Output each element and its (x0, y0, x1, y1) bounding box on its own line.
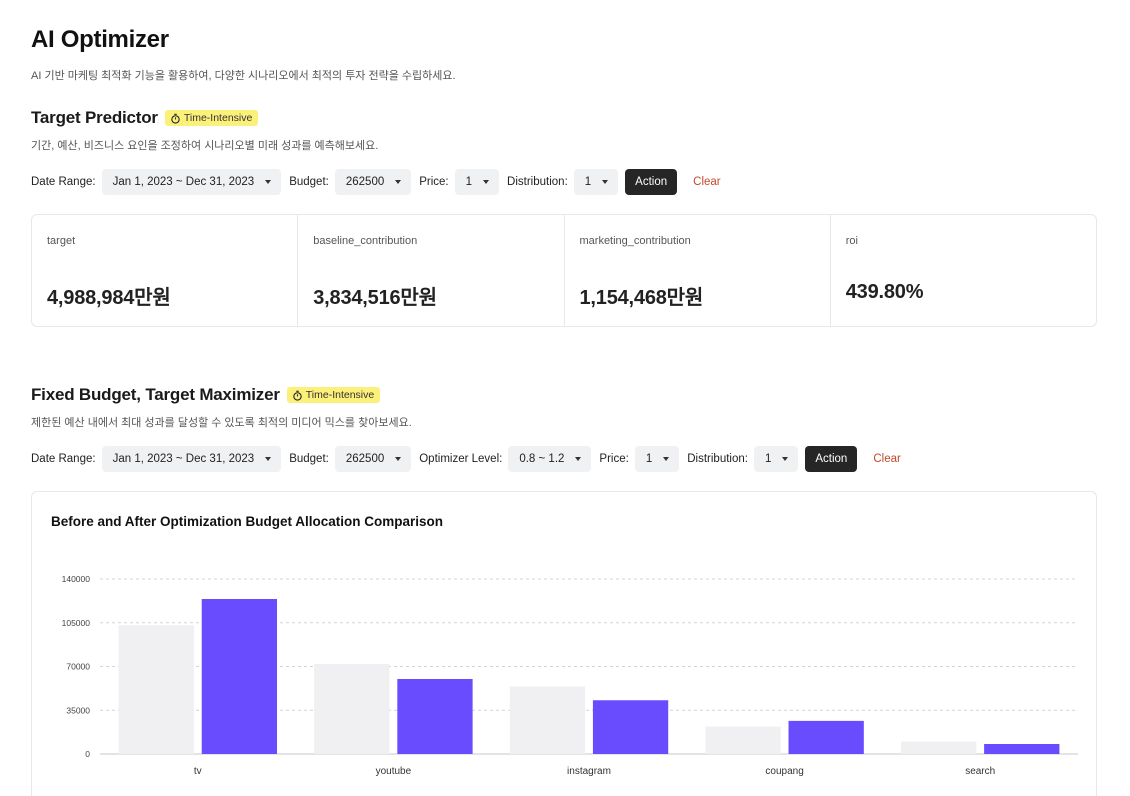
distribution-value: 1 (764, 452, 772, 465)
page-subtitle: AI 기반 마케팅 최적화 기능을 활용하여, 다양한 시나리오에서 최적의 투… (31, 70, 456, 82)
x-category-label: youtube (376, 766, 412, 777)
x-category-label: tv (194, 766, 202, 777)
bar-search-series-0 (900, 741, 977, 754)
chevron-down-icon (575, 456, 582, 461)
maximizer-header: Fixed Budget, Target Maximizer Time-Inte… (31, 385, 381, 405)
price-label: Price: (599, 452, 629, 465)
price-value: 1 (645, 452, 653, 465)
date-range-label: Date Range: (31, 452, 96, 465)
chevron-down-icon (265, 179, 272, 184)
metric-value: 3,834,516만원 (313, 287, 437, 309)
budget-label: Budget: (289, 175, 329, 188)
budget-label: Budget: (289, 452, 329, 465)
budget-select[interactable]: 262500 (334, 445, 412, 472)
distribution-value: 1 (584, 175, 592, 188)
stopwatch-icon (170, 113, 181, 124)
page-title: AI Optimizer (31, 26, 169, 53)
price-select[interactable]: 1 (634, 445, 680, 472)
chevron-down-icon (395, 179, 402, 184)
metrics-panel: target 4,988,984만원 baseline_contribution… (31, 214, 1097, 327)
metric-value: 1,154,468만원 (579, 287, 704, 309)
metric-value: 439.80% (845, 281, 924, 303)
metric-roi: roi 439.80% (831, 215, 1096, 326)
predictor-badge: Time-Intensive (164, 110, 259, 126)
maximizer-badge: Time-Intensive (286, 387, 381, 403)
badge-label: Time-Intensive (305, 389, 375, 401)
distribution-label: Distribution: (507, 175, 568, 188)
price-label: Price: (419, 175, 449, 188)
chevron-down-icon (602, 179, 609, 184)
price-select[interactable]: 1 (454, 168, 500, 195)
chevron-down-icon (663, 456, 670, 461)
y-tick-label: 140000 (62, 574, 91, 584)
bar-instagram-series-1 (592, 700, 669, 754)
y-tick-label: 105000 (62, 618, 91, 628)
maximizer-title: Fixed Budget, Target Maximizer (31, 385, 280, 404)
stopwatch-icon (292, 390, 303, 401)
optimizer-level-label: Optimizer Level: (419, 452, 503, 465)
metric-marketing-contribution: marketing_contribution 1,154,468만원 (565, 215, 831, 326)
metric-baseline-contribution: baseline_contribution 3,834,516만원 (298, 215, 565, 326)
chevron-down-icon (395, 456, 402, 461)
clear-button[interactable]: Clear (693, 176, 720, 188)
maximizer-description: 제한된 예산 내에서 최대 성과를 달성할 수 있도록 최적의 미디어 믹스를 … (31, 417, 412, 429)
optimizer-level-select[interactable]: 0.8 ~ 1.2 (508, 445, 592, 472)
distribution-select[interactable]: 1 (573, 168, 619, 195)
bar-tv-series-0 (118, 625, 194, 754)
bar-tv-series-1 (201, 599, 278, 754)
metric-label: roi (845, 235, 858, 247)
bar-youtube-series-1 (397, 679, 473, 754)
metric-label: baseline_contribution (313, 235, 418, 247)
chevron-down-icon (265, 456, 272, 461)
action-button[interactable]: Action (805, 445, 858, 472)
date-range-value: Jan 1, 2023 ~ Dec 31, 2023 (112, 175, 255, 188)
y-tick-label: 70000 (66, 662, 90, 672)
bar-instagram-series-0 (509, 686, 586, 754)
date-range-select[interactable]: Jan 1, 2023 ~ Dec 31, 2023 (101, 168, 282, 195)
bar-search-series-1 (984, 744, 1060, 754)
bar-coupang-series-0 (705, 726, 781, 754)
y-tick-label: 0 (85, 749, 90, 759)
bar-coupang-series-1 (788, 720, 864, 754)
metric-label: target (47, 235, 76, 247)
metric-value: 4,988,984만원 (47, 287, 171, 309)
date-range-label: Date Range: (31, 175, 96, 188)
y-tick-label: 35000 (66, 705, 90, 715)
distribution-select[interactable]: 1 (753, 445, 799, 472)
budget-value: 262500 (345, 452, 385, 465)
budget-select[interactable]: 262500 (334, 168, 412, 195)
price-value: 1 (465, 175, 473, 188)
optimizer-level-value: 0.8 ~ 1.2 (519, 452, 565, 465)
budget-value: 262500 (345, 175, 385, 188)
budget-comparison-chart-card: Before and After Optimization Budget All… (31, 491, 1097, 796)
maximizer-controls: Date Range: Jan 1, 2023 ~ Dec 31, 2023 B… (31, 445, 901, 472)
metric-label: marketing_contribution (579, 235, 691, 247)
x-category-label: search (965, 766, 995, 777)
clear-button[interactable]: Clear (873, 453, 900, 465)
x-category-label: instagram (567, 766, 611, 777)
chevron-down-icon (782, 456, 789, 461)
predictor-title: Target Predictor (31, 108, 158, 127)
predictor-description: 기간, 예산, 비즈니스 요인을 조정하여 시나리오별 미래 성과를 예측해보세… (31, 140, 379, 152)
metric-target: target 4,988,984만원 (32, 215, 299, 326)
date-range-select[interactable]: Jan 1, 2023 ~ Dec 31, 2023 (101, 445, 282, 472)
date-range-value: Jan 1, 2023 ~ Dec 31, 2023 (112, 452, 255, 465)
predictor-controls: Date Range: Jan 1, 2023 ~ Dec 31, 2023 B… (31, 168, 721, 195)
action-button[interactable]: Action (625, 168, 678, 195)
x-category-label: coupang (765, 766, 803, 777)
budget-comparison-chart: 0 35000 70000 105000 140000 tv youtube instagra… (62, 574, 1078, 777)
chevron-down-icon (483, 179, 490, 184)
distribution-label: Distribution: (687, 452, 748, 465)
predictor-header: Target Predictor Time-Intensive (31, 108, 259, 128)
bar-youtube-series-0 (314, 664, 390, 754)
badge-label: Time-Intensive (183, 112, 253, 124)
